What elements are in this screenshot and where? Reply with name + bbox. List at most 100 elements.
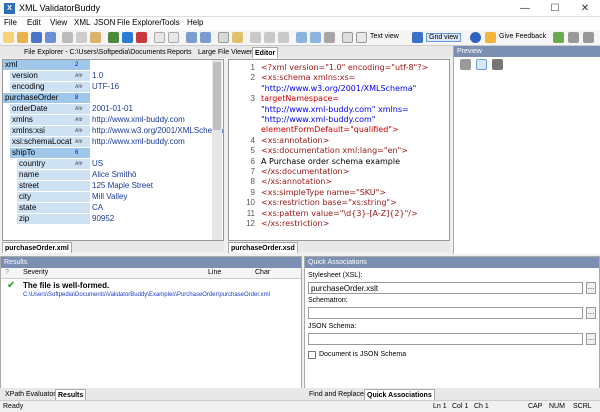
new-file-icon[interactable]: [3, 32, 14, 43]
grid-key[interactable]: street: [17, 181, 90, 191]
grid-row[interactable]: encoding Attr UTF-16: [3, 82, 223, 92]
schematron-input[interactable]: [308, 307, 583, 319]
grid-value[interactable]: 2001-01-01: [92, 104, 215, 114]
bookmark-icon[interactable]: [232, 32, 243, 43]
grid-value[interactable]: US: [92, 159, 215, 169]
code-line[interactable]: "http://www.xml-buddy.com" xmlns=: [261, 105, 409, 115]
open-folder-icon[interactable]: [17, 32, 28, 43]
copy-icon[interactable]: [76, 32, 87, 43]
grid-row[interactable]: orderDate Attr 2001-01-01: [3, 104, 223, 114]
grid-row[interactable]: country Attr US: [3, 159, 223, 169]
result-message[interactable]: The file is well-formed.: [23, 281, 109, 290]
grid-view-button[interactable]: Grid view: [426, 33, 462, 42]
help-icon[interactable]: [470, 32, 481, 43]
code-line[interactable]: "http://www.w3.org/2001/XMLSchema": [261, 84, 416, 94]
menu-view[interactable]: View: [50, 18, 67, 27]
give-feedback-button[interactable]: Give Feedback: [499, 33, 546, 40]
code-line[interactable]: <xs:schema xmlns:xs=: [261, 73, 355, 83]
code-line[interactable]: </xs:annotation>: [261, 177, 332, 187]
tab-results[interactable]: Results: [55, 389, 87, 400]
text-view-button[interactable]: Text view: [370, 33, 399, 40]
code-line[interactable]: <xs:annotation>: [261, 136, 329, 146]
save-all-icon[interactable]: [45, 32, 56, 43]
print-icon[interactable]: [324, 32, 335, 43]
menu-xml[interactable]: XML: [74, 18, 90, 27]
document-icon[interactable]: [342, 32, 353, 43]
tab-editor[interactable]: Editor: [252, 47, 279, 58]
grid-row[interactable]: xmlns Attr http://www.xml-buddy.com: [3, 115, 223, 125]
collapse-icon[interactable]: [310, 32, 321, 43]
menu-file[interactable]: File: [4, 18, 17, 27]
grid-value[interactable]: CA: [92, 203, 215, 213]
redo-icon[interactable]: [200, 32, 211, 43]
grid-key[interactable]: zip: [17, 214, 90, 224]
maximize-button[interactable]: ☐: [540, 0, 570, 17]
json-schema-checkbox[interactable]: [308, 351, 316, 359]
expand-icon[interactable]: [296, 32, 307, 43]
schematron-browse-button[interactable]: …: [586, 307, 596, 319]
tab-reports[interactable]: Reports: [165, 47, 194, 58]
outdent-icon[interactable]: [264, 32, 275, 43]
code-line[interactable]: </xs:restriction>: [261, 219, 329, 229]
tab-file-explorer[interactable]: File Explorer - C:\Users\Softpedia\Docum…: [22, 47, 168, 58]
grid-row[interactable]: state CA: [3, 203, 223, 213]
menu-tools[interactable]: Tools: [161, 18, 180, 27]
grid-value[interactable]: http://www.w3.org/2001/XMLSchema: [92, 126, 223, 136]
grid-value[interactable]: 125 Maple Street: [92, 181, 215, 191]
tab-purchaseorder-xml[interactable]: purchaseOrder.xml: [2, 242, 72, 253]
layout-icon[interactable]: [568, 32, 579, 43]
menu-json[interactable]: JSON: [94, 18, 115, 27]
stylesheet-input[interactable]: purchaseOrder.xslt: [308, 282, 583, 294]
tab-purchaseorder-xsd[interactable]: purchaseOrder.xsd: [228, 242, 298, 253]
grid-value[interactable]: UTF-16: [92, 82, 215, 92]
text-view-icon[interactable]: [356, 32, 367, 43]
stop-icon[interactable]: [136, 32, 147, 43]
feedback-icon[interactable]: [485, 32, 496, 43]
grid-value[interactable]: 90952: [92, 214, 215, 224]
grid-value[interactable]: 1.0: [92, 71, 215, 81]
code-line[interactable]: elementFormDefault="qualified">: [261, 125, 399, 135]
grid-row[interactable]: city Mill Valley: [3, 192, 223, 202]
code-line[interactable]: <xs:restriction base="xs:string">: [261, 198, 397, 208]
scroll-thumb[interactable]: [213, 62, 221, 130]
check-wellformed-icon[interactable]: [108, 32, 119, 43]
validate-icon[interactable]: [122, 32, 133, 43]
comment-icon[interactable]: [278, 32, 289, 43]
grid-value[interactable]: http://www.xml-buddy.com: [92, 137, 215, 147]
save-icon[interactable]: [31, 32, 42, 43]
grid-row[interactable]: purchaseOrder 8: [3, 93, 223, 103]
code-line[interactable]: <?xml version="1.0" encoding="utf-8"?>: [261, 63, 428, 73]
grid-row[interactable]: zip 90952: [3, 214, 223, 224]
grid-view[interactable]: xml 2 version Attr 1.0 encoding Attr UTF-16 purc…: [2, 59, 224, 241]
grid-row[interactable]: name Alice Smithö: [3, 170, 223, 180]
grid-scrollbar[interactable]: [212, 60, 222, 240]
grid-row[interactable]: xmlns:xsi Attr http://www.w3.org/2001/XMLS…: [3, 126, 223, 136]
code-line[interactable]: "http://www.xml-buddy.com": [261, 115, 375, 125]
json-schema-input[interactable]: [308, 333, 583, 345]
code-icon[interactable]: [476, 59, 487, 70]
tab-quick-associations[interactable]: Quick Associations: [364, 389, 435, 400]
text-editor[interactable]: 1 <?xml version="1.0" encoding="utf-8"?> 2…: [228, 59, 450, 241]
grid-row[interactable]: version Attr 1.0: [3, 71, 223, 81]
code-line[interactable]: A Purchase order schema example: [261, 157, 400, 167]
code-line[interactable]: <xs:simpleType name="SKU">: [261, 188, 386, 198]
grid-row[interactable]: xsi:schemaLocat Attr http://www.xml-buddy.…: [3, 137, 223, 147]
grid-value[interactable]: http://www.xml-buddy.com: [92, 115, 215, 125]
text-icon[interactable]: [492, 59, 503, 70]
tab-large-file-viewer[interactable]: Large File Viewer: [196, 47, 254, 58]
format-icon[interactable]: [168, 32, 179, 43]
paste-icon[interactable]: [90, 32, 101, 43]
grid-row[interactable]: xml 2: [3, 60, 223, 70]
code-line[interactable]: targetNamespace=: [261, 94, 339, 104]
minimize-button[interactable]: —: [510, 0, 540, 17]
xslt-icon[interactable]: [154, 32, 165, 43]
grid-key[interactable]: city: [17, 192, 90, 202]
menu-edit[interactable]: Edit: [27, 18, 41, 27]
cut-icon[interactable]: [62, 32, 73, 43]
col-char[interactable]: Char: [255, 269, 270, 276]
tab-xpath-evaluator[interactable]: XPath Evaluator: [3, 389, 58, 400]
refresh-icon[interactable]: [460, 59, 471, 70]
code-line[interactable]: <xs:documentation xml:lang="en">: [261, 146, 408, 156]
stylesheet-browse-button[interactable]: …: [586, 282, 596, 294]
result-path[interactable]: C:\Users\Softpedia\Documents\ValidatorBu…: [23, 292, 270, 298]
